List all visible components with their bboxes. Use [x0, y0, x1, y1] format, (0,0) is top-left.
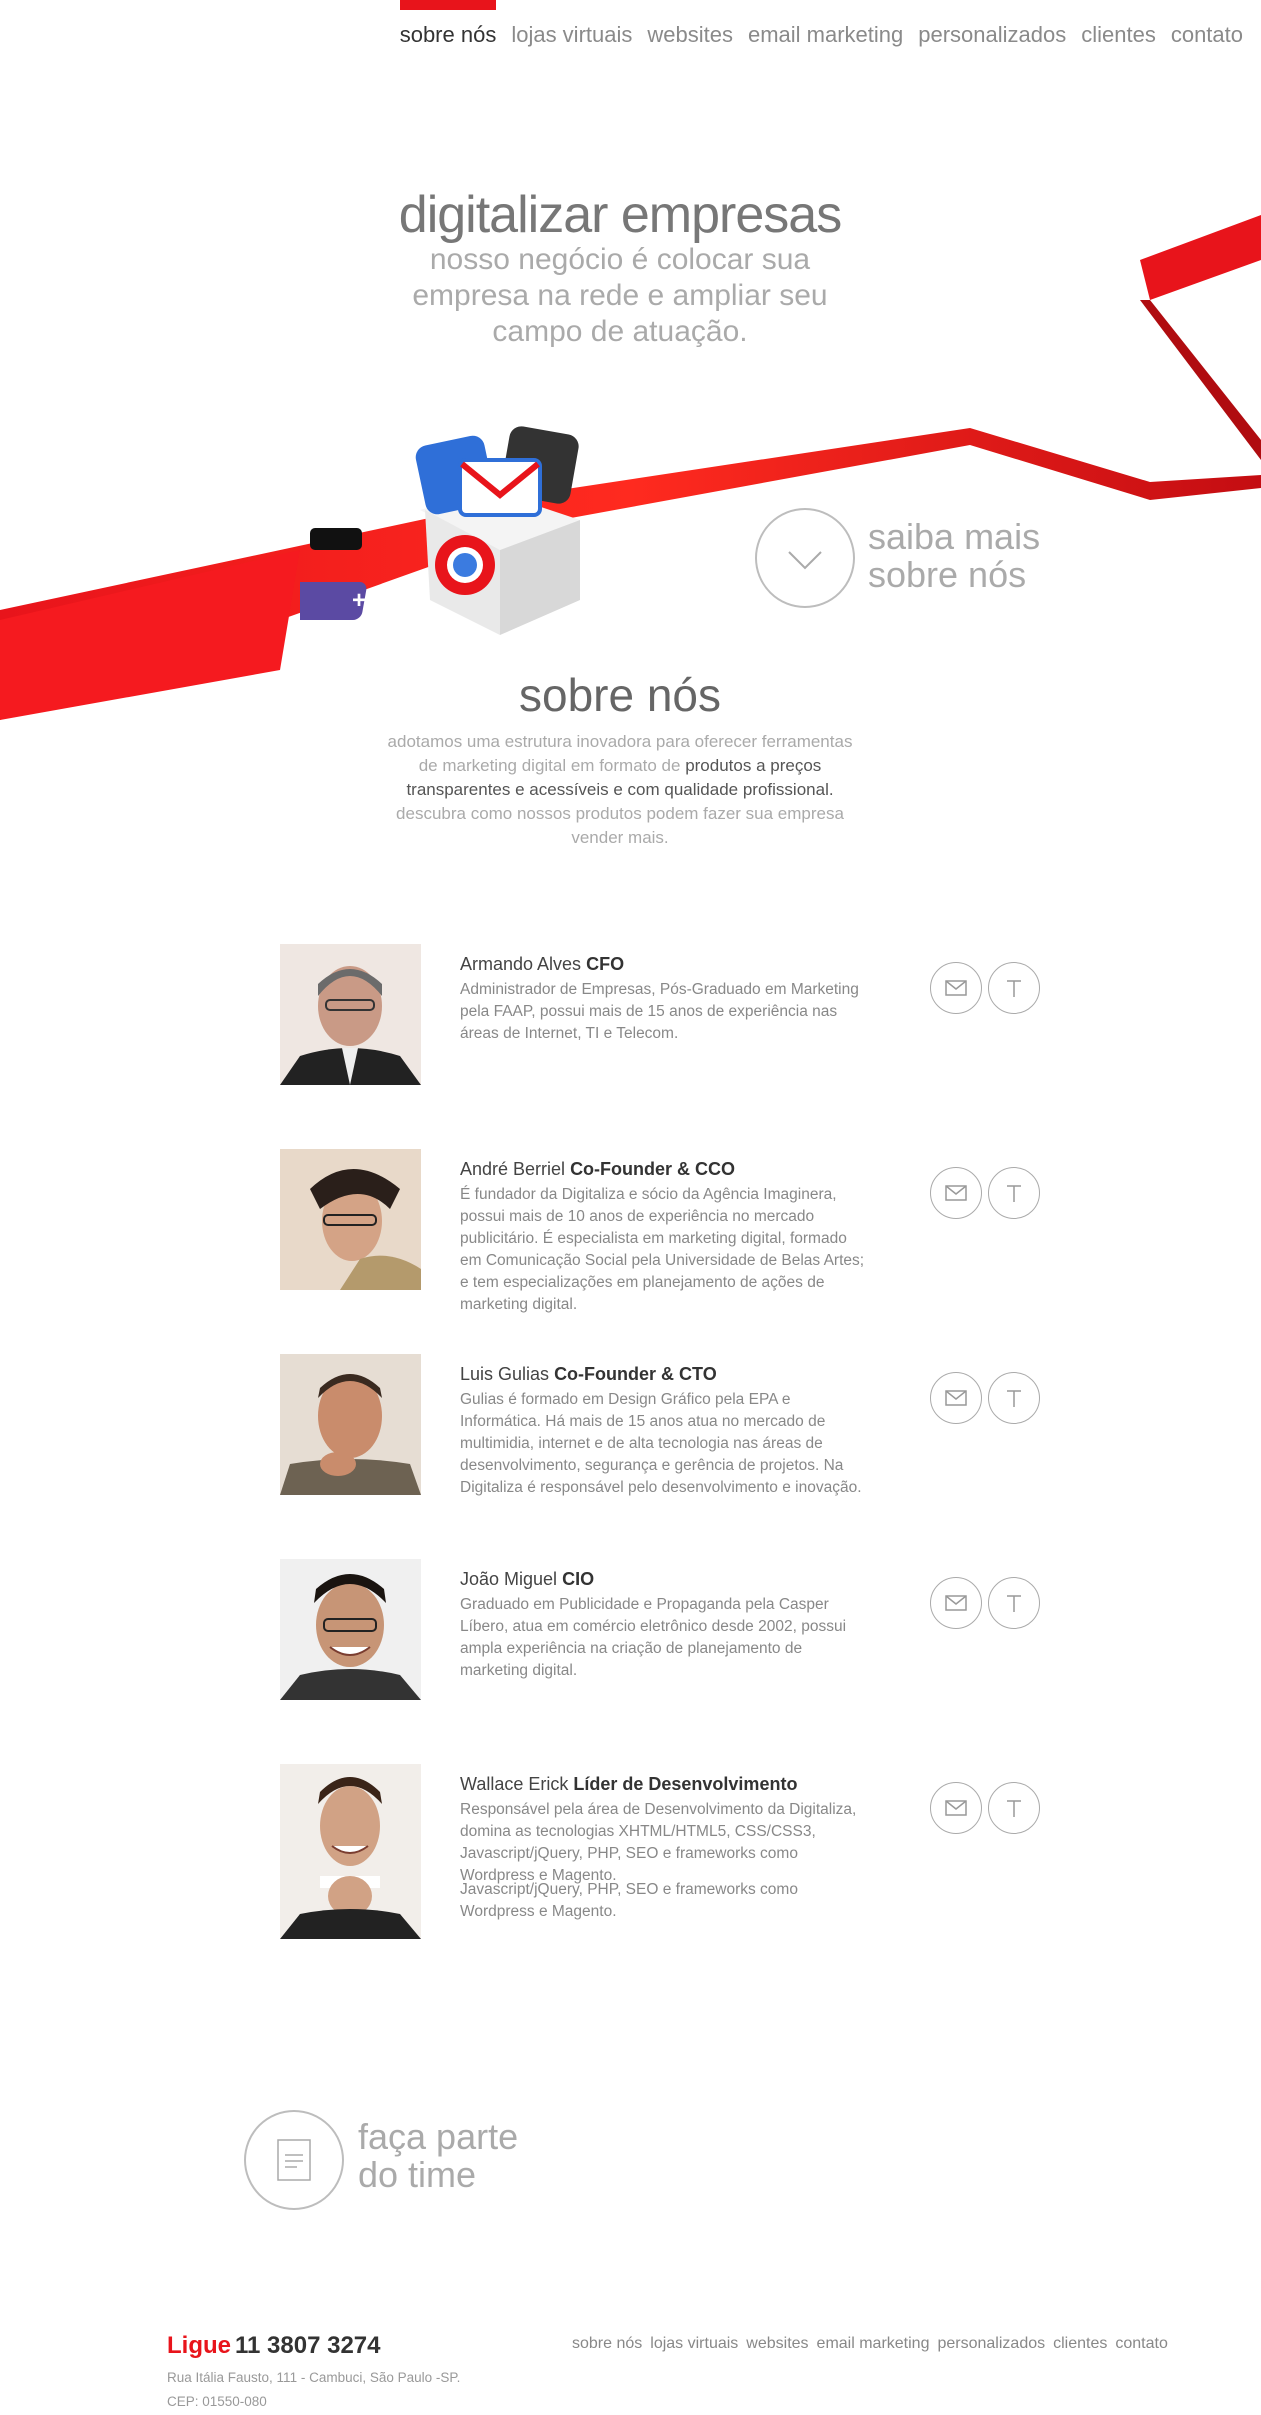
member-name-line: Wallace Erick Líder de Desenvolvimento	[460, 1774, 870, 1795]
mail-icon[interactable]	[930, 1372, 982, 1424]
saiba-line2: sobre nós	[868, 554, 1027, 595]
member-name-line: Armando Alves CFO	[460, 954, 870, 975]
gift-box-icon: +	[300, 426, 580, 635]
svg-text:+: +	[352, 587, 366, 614]
join-line2: do time	[358, 2154, 477, 2195]
document-icon	[277, 2139, 311, 2181]
footer-nav-contato[interactable]: contato	[1115, 2335, 1167, 2353]
footer-phone: Ligue 11 3807 3274	[167, 2332, 381, 2360]
member-bio-extra: Javascript/jQuery, PHP, SEO e frameworks…	[460, 1881, 798, 1920]
mail-icon[interactable]	[930, 1782, 982, 1834]
avatar	[280, 1559, 421, 1700]
twitter-icon[interactable]	[988, 962, 1040, 1014]
member-info: Armando Alves CFO Administrador de Empre…	[460, 954, 870, 1045]
member-role: CFO	[586, 954, 625, 974]
member-name: João Miguel	[460, 1569, 558, 1589]
footer-address: Rua Itália Fausto, 111 - Cambuci, São Pa…	[167, 2366, 460, 2414]
member-contact-icons	[930, 1167, 1040, 1219]
team-member: Luis Gulias Co-Founder & CTO Gulias é fo…	[280, 1354, 1060, 1514]
nav-contato[interactable]: contato	[1171, 22, 1243, 48]
nav-websites[interactable]: websites	[647, 22, 733, 48]
team-member: Wallace Erick Líder de Desenvolvimento R…	[280, 1764, 1060, 1944]
footer-nav-websites[interactable]: websites	[746, 2335, 808, 2353]
member-info: Luis Gulias Co-Founder & CTO Gulias é fo…	[460, 1364, 870, 1499]
member-info: André Berriel Co-Founder & CCO É fundado…	[460, 1159, 870, 1316]
footer-cep: CEP: 01550-080	[167, 2394, 267, 2409]
mail-icon[interactable]	[930, 962, 982, 1014]
avatar	[280, 1764, 421, 1939]
join-team-link[interactable]: faça parte do time	[358, 2118, 518, 2194]
member-name: Wallace Erick	[460, 1774, 569, 1794]
footer-nav-personalizados[interactable]: personalizados	[937, 2335, 1045, 2353]
twitter-icon[interactable]	[988, 1167, 1040, 1219]
saiba-mais-link[interactable]: saiba mais sobre nós	[868, 518, 1040, 594]
member-bio: Responsável pela área de Desenvolvimento…	[460, 1801, 857, 1884]
team-member: João Miguel CIO Graduado em Publicidade …	[280, 1559, 1060, 1719]
twitter-icon[interactable]	[988, 1577, 1040, 1629]
hero-title: digitalizar empresas	[398, 186, 842, 244]
join-team-button[interactable]	[244, 2110, 344, 2210]
footer-nav-sobre-nos[interactable]: sobre nós	[572, 2335, 642, 2353]
nav-personalizados[interactable]: personalizados	[918, 22, 1066, 48]
member-contact-icons	[930, 962, 1040, 1014]
member-name-line: André Berriel Co-Founder & CCO	[460, 1159, 870, 1180]
twitter-icon[interactable]	[988, 1782, 1040, 1834]
team-member: Armando Alves CFO Administrador de Empre…	[280, 944, 1060, 1104]
avatar	[280, 1354, 421, 1495]
footer-nav-email-marketing[interactable]: email marketing	[817, 2335, 930, 2353]
avatar	[280, 944, 421, 1085]
footer-nav-clientes[interactable]: clientes	[1053, 2335, 1107, 2353]
member-contact-icons	[930, 1577, 1040, 1629]
member-bio: Gulias é formado em Design Gráfico pela …	[460, 1391, 862, 1496]
member-info: Wallace Erick Líder de Desenvolvimento R…	[460, 1774, 870, 1923]
about-text: adotamos uma estrutura inovadora para of…	[385, 730, 855, 850]
team-member: André Berriel Co-Founder & CCO É fundado…	[280, 1149, 1060, 1313]
member-contact-icons	[930, 1372, 1040, 1424]
member-info: João Miguel CIO Graduado em Publicidade …	[460, 1569, 870, 1682]
member-role: Co-Founder & CCO	[570, 1159, 736, 1179]
footer-street: Rua Itália Fausto, 111 - Cambuci, São Pa…	[167, 2370, 461, 2385]
saiba-mais-button[interactable]	[755, 508, 855, 608]
member-bio: Administrador de Empresas, Pós-Graduado …	[460, 981, 859, 1042]
member-name: Luis Gulias	[460, 1364, 550, 1384]
nav-sobre-nos[interactable]: sobre nós	[399, 0, 496, 48]
twitter-icon[interactable]	[988, 1372, 1040, 1424]
member-role: CIO	[562, 1569, 595, 1589]
member-name: Armando Alves	[460, 954, 582, 974]
about-title: sobre nós	[518, 669, 721, 721]
hero-subtitle: nosso negócio é colocar sua empresa na r…	[412, 243, 828, 348]
footer-phone-number: 11 3807 3274	[235, 2332, 381, 2359]
member-name: André Berriel	[460, 1159, 566, 1179]
nav-email-marketing[interactable]: email marketing	[748, 22, 903, 48]
footer-nav: sobre nós lojas virtuais websites email …	[572, 2335, 1168, 2353]
nav-clientes[interactable]: clientes	[1081, 22, 1156, 48]
member-role: Co-Founder & CTO	[554, 1364, 717, 1384]
member-role: Líder de Desenvolvimento	[573, 1774, 798, 1794]
member-name-line: Luis Gulias Co-Founder & CTO	[460, 1364, 870, 1385]
footer-ligue: Ligue	[167, 2332, 231, 2359]
member-contact-icons	[930, 1782, 1040, 1834]
main-nav: sobre nós lojas virtuais websites email …	[399, 0, 1243, 48]
avatar	[280, 1149, 421, 1290]
footer-nav-lojas-virtuais[interactable]: lojas virtuais	[650, 2335, 738, 2353]
nav-lojas-virtuais[interactable]: lojas virtuais	[511, 22, 632, 48]
member-name-line: João Miguel CIO	[460, 1569, 870, 1590]
about-text-after: descubra como nossos produtos podem faze…	[396, 804, 844, 847]
join-line1: faça parte	[358, 2116, 519, 2157]
saiba-line1: saiba mais	[868, 516, 1041, 557]
chevron-down-icon	[788, 551, 822, 570]
mail-icon[interactable]	[930, 1167, 982, 1219]
mail-icon[interactable]	[930, 1577, 982, 1629]
member-bio: É fundador da Digitaliza e sócio da Agên…	[460, 1186, 865, 1313]
member-bio: Graduado em Publicidade e Propaganda pel…	[460, 1596, 847, 1679]
